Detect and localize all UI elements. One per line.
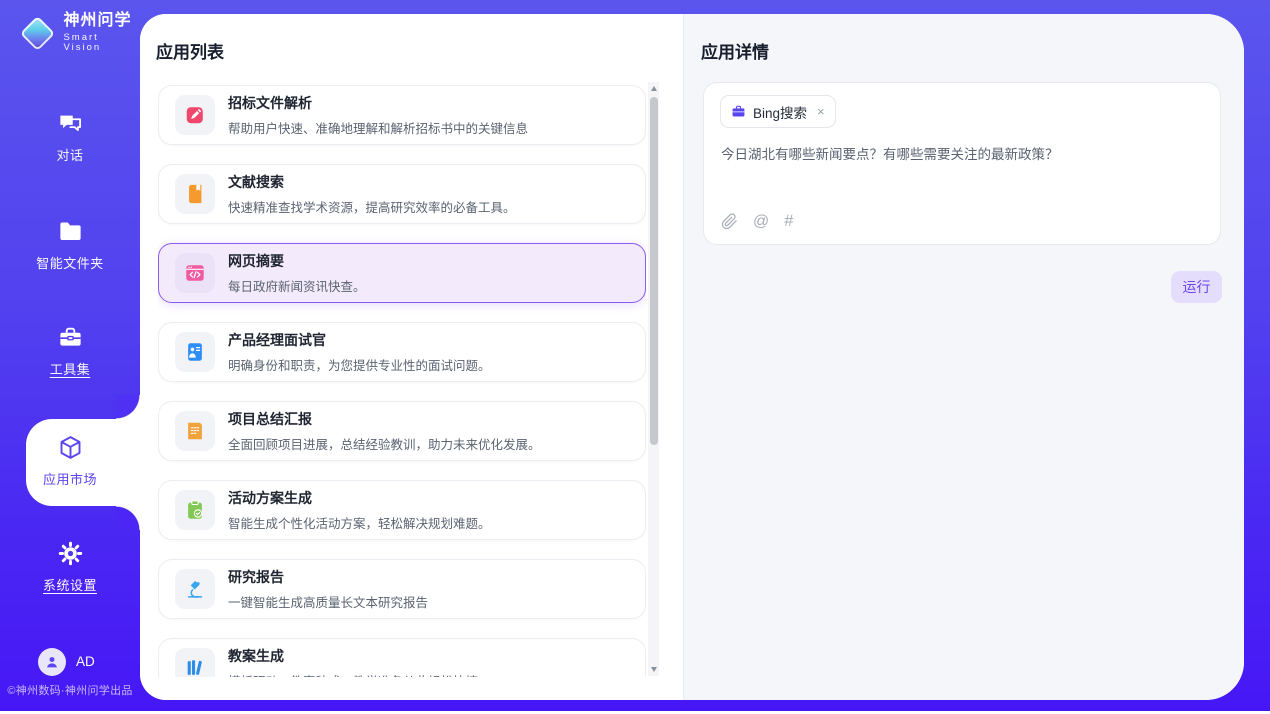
app-list-item[interactable]: 研究报告 一键智能生成高质量长文本研究报告: [158, 559, 646, 619]
scroll-down-arrow[interactable]: [648, 664, 659, 675]
active-tab-fillet-top: [116, 395, 140, 419]
brand-logo: 神州问学 Smart Vision: [18, 12, 140, 53]
hash-icon[interactable]: #: [784, 212, 792, 231]
app-list-item[interactable]: 文献搜索 快速精准查找学术资源，提高研究效率的必备工具。: [158, 164, 646, 224]
memo-icon: [184, 420, 206, 442]
composer-toolbar: @ #: [721, 212, 792, 231]
app-list-item[interactable]: 招标文件解析 帮助用户快速、准确地理解和解析招标书中的关键信息: [158, 85, 646, 145]
app-item-description: 智能生成个性化活动方案，轻松解决规划难题。: [228, 513, 491, 532]
web-code-icon: [184, 262, 206, 284]
app-detail-title: 应用详情: [701, 38, 769, 63]
app-icon-box: [175, 648, 215, 677]
app-icon-box: [175, 490, 215, 530]
diamond-logo-icon: [18, 14, 55, 52]
sidebar-item-app-market[interactable]: 应用市场: [0, 434, 140, 488]
app-list-title: 应用列表: [156, 38, 224, 63]
active-tab-fillet-bottom: [116, 506, 140, 530]
person-icon: [44, 654, 60, 670]
chat-icon: [57, 110, 84, 138]
app-item-title: 产品经理面试官: [228, 330, 491, 350]
close-icon[interactable]: ×: [817, 104, 825, 119]
sidebar-item-settings[interactable]: 系统设置: [0, 540, 140, 594]
sidebar-item-label: 对话: [0, 145, 140, 164]
app-list-item[interactable]: 教案生成 模板驱动，教案秒成，教学准备从此轻松快捷: [158, 638, 646, 677]
app-detail-panel: 应用详情 Bing搜索 × 今日湖北有哪些新闻要点？有哪些需要关注的最新政策？: [683, 14, 1244, 700]
sidebar-item-label: 智能文件夹: [0, 253, 140, 272]
sidebar-item-label: 应用市场: [0, 469, 140, 488]
app-item-title: 网页摘要: [228, 251, 366, 271]
clipboard-check-icon: [184, 499, 206, 521]
app-icon-box: [175, 174, 215, 214]
app-item-title: 活动方案生成: [228, 488, 491, 508]
app-list: 招标文件解析 帮助用户快速、准确地理解和解析招标书中的关键信息 文献搜索 快速精…: [158, 85, 646, 677]
paperclip-icon[interactable]: [721, 213, 738, 230]
copyright-footer: ©神州数码·神州问学出品: [0, 682, 140, 698]
gear-icon: [57, 540, 84, 568]
app-icon-box: [175, 253, 215, 293]
app-icon-box: [175, 332, 215, 372]
app-item-title: 文献搜索: [228, 172, 516, 192]
cube-icon: [57, 434, 84, 462]
user-account[interactable]: AD: [0, 648, 140, 678]
briefcase-icon: [731, 104, 746, 119]
brand-tagline: Smart Vision: [63, 33, 140, 54]
sidebar-item-chat[interactable]: 对话: [0, 110, 140, 164]
resume-icon: [184, 341, 206, 363]
app-item-description: 全面回顾项目进展，总结经验教训，助力未来优化发展。: [228, 434, 541, 453]
book-icon: [184, 183, 206, 205]
user-initials: AD: [76, 654, 95, 669]
app-item-title: 招标文件解析: [228, 93, 528, 113]
app-list-panel: 应用列表 招标文件解析 帮助用户快速、准确地理解和解析招标书中的关键信息 文献搜…: [140, 14, 683, 700]
app-item-title: 教案生成: [228, 646, 478, 666]
brand-name: 神州问学: [63, 12, 140, 30]
sidebar: 神州问学 Smart Vision 对话 智能文件夹: [0, 0, 140, 711]
app-item-description: 模板驱动，教案秒成，教学准备从此轻松快捷: [228, 671, 478, 677]
app-icon-box: [175, 411, 215, 451]
toolbox-icon: [57, 324, 84, 352]
sidebar-item-label: 系统设置: [0, 575, 140, 594]
sidebar-item-toolbox[interactable]: 工具集: [0, 324, 140, 378]
content-area: 应用列表 招标文件解析 帮助用户快速、准确地理解和解析招标书中的关键信息 文献搜…: [140, 14, 1244, 700]
scrollbar-thumb[interactable]: [650, 97, 658, 445]
composer-card: Bing搜索 × 今日湖北有哪些新闻要点？有哪些需要关注的最新政策？ @ #: [703, 82, 1221, 245]
tool-chip-bing-search[interactable]: Bing搜索 ×: [720, 95, 836, 128]
app-item-description: 快速精准查找学术资源，提高研究效率的必备工具。: [228, 197, 516, 216]
app-window: 神州问学 Smart Vision 对话 智能文件夹: [0, 0, 1270, 714]
prompt-input[interactable]: 今日湖北有哪些新闻要点？有哪些需要关注的最新政策？: [721, 145, 1200, 165]
folder-icon: [57, 218, 84, 246]
app-item-description: 明确身份和职责，为您提供专业性的面试问题。: [228, 355, 491, 374]
app-list-item[interactable]: 项目总结汇报 全面回顾项目进展，总结经验教训，助力未来优化发展。: [158, 401, 646, 461]
at-mention-icon[interactable]: @: [753, 213, 769, 231]
app-icon-box: [175, 95, 215, 135]
microscope-icon: [184, 578, 206, 600]
sidebar-item-smart-folder[interactable]: 智能文件夹: [0, 218, 140, 272]
app-list-item[interactable]: 网页摘要 每日政府新闻资讯快查。: [158, 243, 646, 303]
scrollbar[interactable]: [648, 82, 659, 676]
books-icon: [184, 657, 206, 677]
app-item-description: 每日政府新闻资讯快查。: [228, 276, 366, 295]
app-item-description: 帮助用户快速、准确地理解和解析招标书中的关键信息: [228, 118, 528, 137]
tool-chip-label: Bing搜索: [753, 102, 807, 122]
app-icon-box: [175, 569, 215, 609]
app-list-item[interactable]: 产品经理面试官 明确身份和职责，为您提供专业性的面试问题。: [158, 322, 646, 382]
app-item-title: 研究报告: [228, 567, 428, 587]
scroll-up-arrow[interactable]: [648, 83, 659, 94]
app-item-title: 项目总结汇报: [228, 409, 541, 429]
sidebar-item-label: 工具集: [0, 359, 140, 378]
avatar: [38, 648, 66, 676]
run-button[interactable]: 运行: [1171, 271, 1222, 303]
app-item-description: 一键智能生成高质量长文本研究报告: [228, 592, 428, 611]
app-list-item[interactable]: 活动方案生成 智能生成个性化活动方案，轻松解决规划难题。: [158, 480, 646, 540]
edit-doc-icon: [184, 104, 206, 126]
